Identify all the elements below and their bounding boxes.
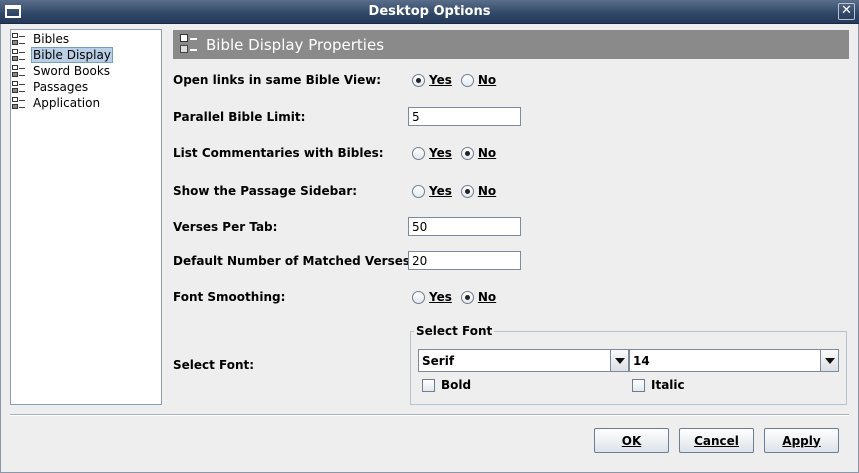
italic-checkbox[interactable] — [632, 378, 645, 392]
chevron-down-icon[interactable] — [610, 350, 628, 371]
font-size-select[interactable]: 14 — [629, 349, 839, 372]
apply-button[interactable]: Apply — [764, 428, 839, 453]
font-smoothing-label: Font Smoothing: — [173, 290, 286, 304]
tree-item-bible-display[interactable]: Bible Display — [12, 47, 113, 63]
apply-button-label: Apply — [782, 433, 821, 448]
bold-checkbox-row[interactable]: Bold — [422, 378, 471, 392]
select-font-group-title: Select Font — [414, 324, 495, 338]
passage-sidebar-yes-label[interactable]: Yes — [429, 184, 452, 198]
tree-item-label: Sword Books — [33, 64, 111, 78]
divider — [10, 414, 849, 416]
cancel-button[interactable]: Cancel — [679, 428, 754, 453]
font-smoothing-yes-radio[interactable] — [412, 290, 425, 304]
italic-label[interactable]: Italic — [651, 378, 685, 392]
font-family-select[interactable]: Serif — [418, 349, 629, 372]
font-smoothing-no-label[interactable]: No — [478, 290, 496, 304]
close-icon[interactable]: ✕ — [838, 3, 855, 20]
checklist-icon — [12, 80, 26, 94]
tree-item-label: Application — [33, 96, 101, 110]
panel-header: Bible Display Properties — [173, 30, 849, 59]
matched-verses-label: Default Number of Matched Verses: — [173, 254, 415, 268]
select-font-group: Select Font Serif 14 Bold Italic — [410, 324, 847, 405]
parallel-limit-input[interactable] — [408, 107, 521, 126]
tree-item-passages[interactable]: Passages — [12, 79, 90, 95]
font-smoothing-yes-label[interactable]: Yes — [429, 290, 452, 304]
passage-sidebar-label: Show the Passage Sidebar: — [173, 184, 358, 198]
window-titlebar: Desktop Options ✕ — [0, 0, 859, 24]
checklist-icon — [12, 96, 26, 110]
chevron-down-icon[interactable] — [820, 350, 838, 371]
passage-sidebar-no-radio[interactable] — [460, 184, 474, 198]
ok-button-label: OK — [621, 433, 642, 448]
list-commentaries-no-radio[interactable] — [460, 146, 474, 160]
italic-checkbox-row[interactable]: Italic — [632, 378, 685, 392]
list-commentaries-yes-radio[interactable] — [412, 146, 425, 160]
checklist-icon — [12, 48, 26, 62]
open-links-yes-radio[interactable] — [412, 73, 425, 87]
open-links-radio-group: Yes No — [412, 73, 505, 87]
select-font-label: Select Font: — [173, 358, 255, 372]
tree-item-label: Bible Display — [31, 47, 113, 63]
tree-item-sword-books[interactable]: Sword Books — [12, 63, 112, 79]
ok-button[interactable]: OK — [594, 428, 669, 453]
font-smoothing-radio-group: Yes No — [412, 290, 505, 304]
open-links-yes-label[interactable]: Yes — [429, 73, 452, 87]
tree-item-label: Bibles — [33, 32, 70, 46]
tree-item-bibles[interactable]: Bibles — [12, 31, 71, 47]
verses-per-tab-label: Verses Per Tab: — [173, 220, 278, 234]
cancel-button-label: Cancel — [694, 433, 739, 448]
passage-sidebar-no-label[interactable]: No — [478, 184, 496, 198]
font-smoothing-no-radio[interactable] — [460, 290, 474, 304]
parallel-limit-label: Parallel Bible Limit: — [173, 110, 306, 124]
open-links-label: Open links in same Bible View: — [173, 73, 382, 87]
list-commentaries-no-label[interactable]: No — [478, 146, 496, 160]
checklist-icon — [12, 64, 26, 78]
list-commentaries-label: List Commentaries with Bibles: — [173, 146, 384, 160]
options-tree: Bibles Bible Display Sword Books Passage… — [10, 29, 162, 405]
bold-label[interactable]: Bold — [441, 378, 471, 392]
font-family-value: Serif — [422, 354, 455, 368]
open-links-no-label[interactable]: No — [478, 73, 496, 87]
open-links-no-radio[interactable] — [460, 73, 474, 87]
panel-title: Bible Display Properties — [206, 36, 385, 54]
checklist-icon — [12, 32, 26, 46]
font-size-value: 14 — [633, 354, 650, 368]
checklist-icon — [180, 34, 198, 54]
bold-checkbox[interactable] — [422, 378, 435, 392]
window-title: Desktop Options — [368, 4, 491, 19]
passage-sidebar-radio-group: Yes No — [412, 184, 505, 198]
list-commentaries-radio-group: Yes No — [412, 146, 505, 160]
passage-sidebar-yes-radio[interactable] — [412, 184, 425, 198]
verses-per-tab-input[interactable] — [408, 217, 521, 236]
tree-item-application[interactable]: Application — [12, 95, 102, 111]
tree-item-label: Passages — [33, 80, 89, 94]
list-commentaries-yes-label[interactable]: Yes — [429, 146, 452, 160]
matched-verses-input[interactable] — [408, 251, 521, 270]
